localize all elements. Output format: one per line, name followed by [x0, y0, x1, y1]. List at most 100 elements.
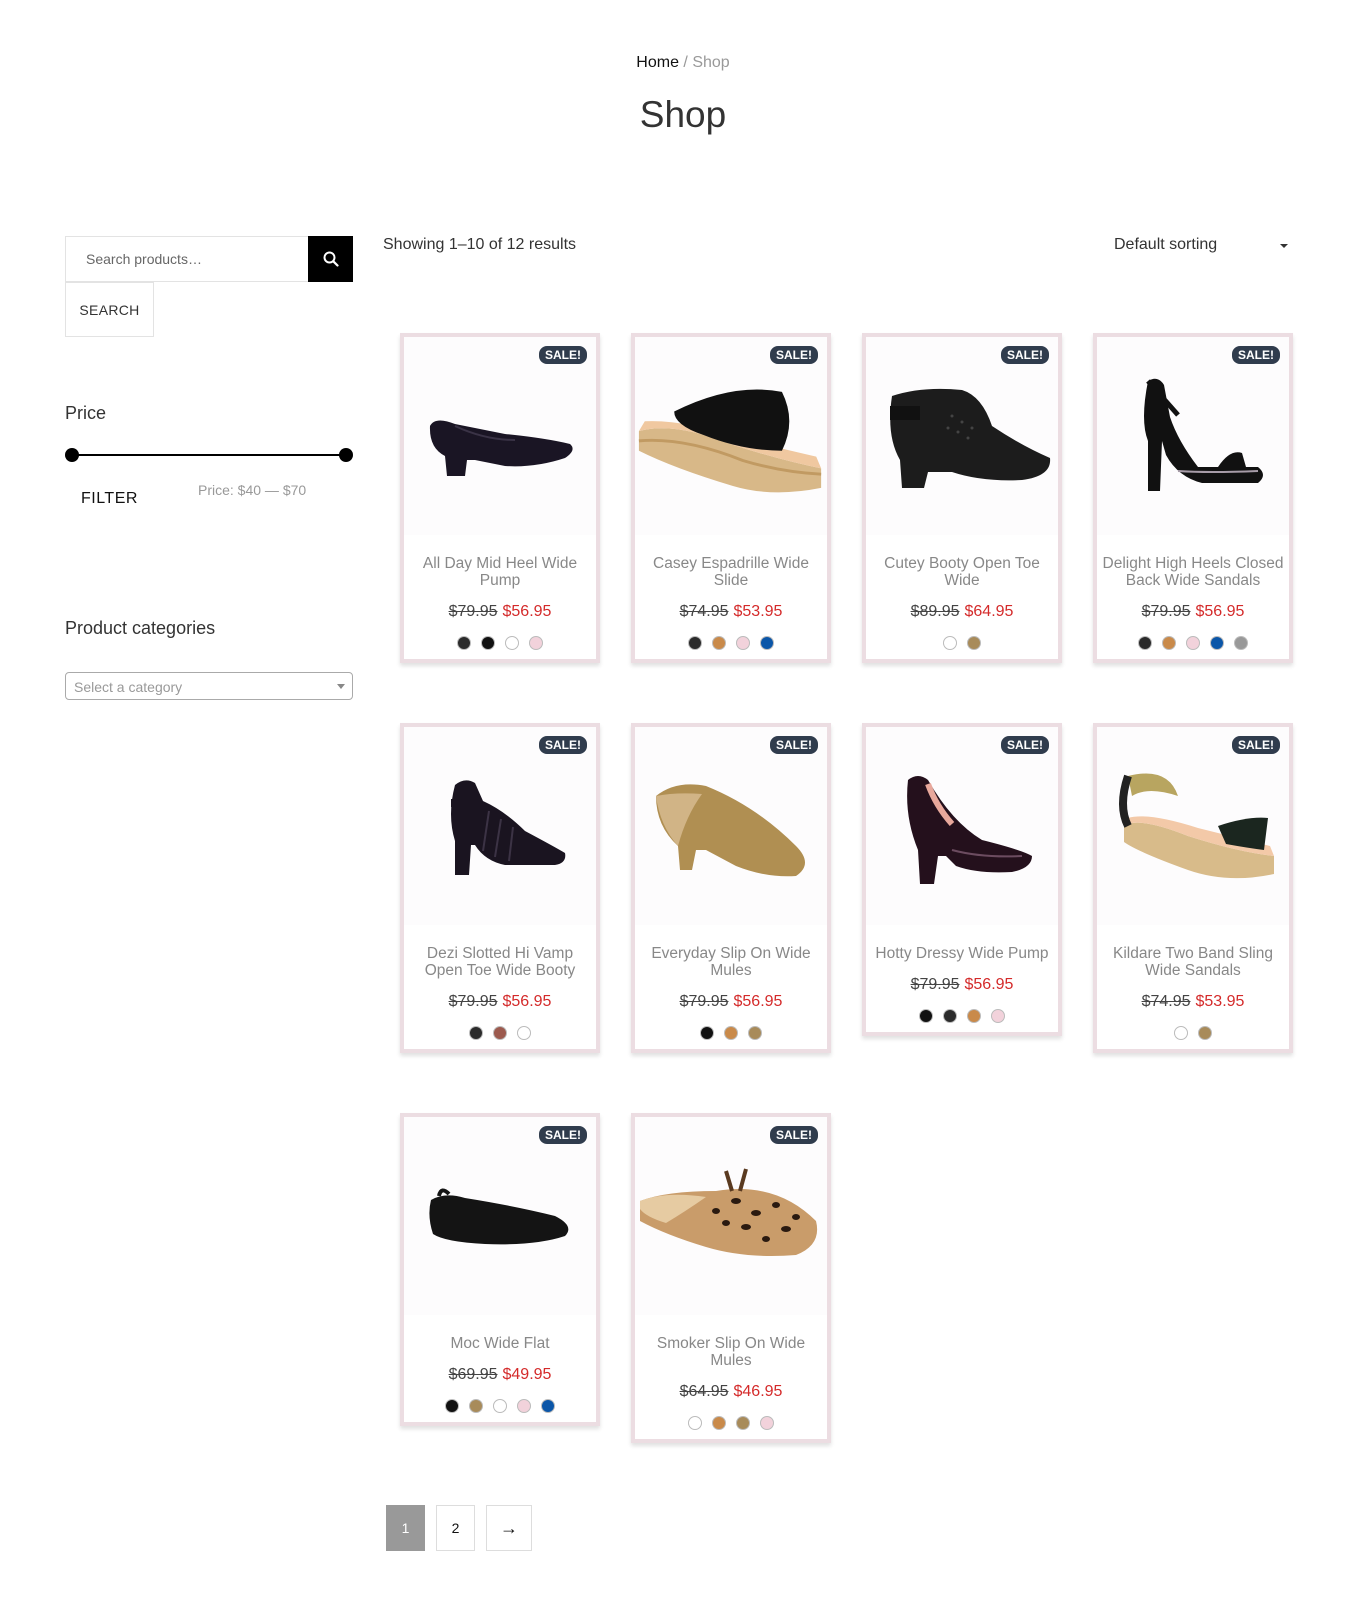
next-page-link[interactable]: → — [486, 1505, 532, 1551]
product-card[interactable]: SALE! Cutey Booty Open Toe Wide $89.95 $6… — [862, 333, 1062, 663]
color-swatch[interactable] — [967, 636, 981, 650]
color-swatch[interactable] — [457, 636, 471, 650]
color-swatch[interactable] — [1198, 1026, 1212, 1040]
shoe-heel-sandal-image — [1144, 378, 1263, 491]
color-swatch[interactable] — [481, 636, 495, 650]
color-swatch[interactable] — [700, 1026, 714, 1040]
product-card[interactable]: SALE! Casey Espadrille Wide Slide $74.95… — [631, 333, 831, 663]
product-name[interactable]: Cutey Booty Open Toe Wide — [866, 535, 1058, 589]
search-button[interactable]: SEARCH — [65, 282, 154, 337]
sale-badge: SALE! — [1001, 346, 1049, 364]
product-card[interactable]: SALE! Smoker Slip On Wide Mules $64.95 $4… — [631, 1113, 831, 1443]
color-swatch[interactable] — [736, 1416, 750, 1430]
search-submit-button[interactable] — [308, 236, 353, 282]
product-name[interactable]: Smoker Slip On Wide Mules — [635, 1315, 827, 1369]
color-swatches — [866, 1009, 1058, 1032]
color-swatch[interactable] — [505, 636, 519, 650]
price-slider-max-handle[interactable] — [339, 448, 353, 462]
color-swatch[interactable] — [493, 1399, 507, 1413]
product-image[interactable]: SALE! — [404, 727, 596, 925]
color-swatch[interactable] — [712, 1416, 726, 1430]
product-image[interactable]: SALE! — [635, 337, 827, 535]
color-swatch[interactable] — [1174, 1026, 1188, 1040]
color-swatch[interactable] — [688, 1416, 702, 1430]
product-card[interactable]: SALE! Moc Wide Flat $69.95 $49.95 — [400, 1113, 600, 1426]
color-swatch[interactable] — [736, 636, 750, 650]
product-image[interactable]: SALE! — [1097, 727, 1289, 925]
product-name[interactable]: Everyday Slip On Wide Mules — [635, 925, 827, 979]
color-swatch[interactable] — [943, 1009, 957, 1023]
breadcrumb-home-link[interactable]: Home — [636, 54, 679, 71]
color-swatch[interactable] — [712, 636, 726, 650]
color-swatch[interactable] — [967, 1009, 981, 1023]
color-swatch[interactable] — [919, 1009, 933, 1023]
product-price: $79.95 $56.95 — [1097, 603, 1289, 621]
color-swatch[interactable] — [469, 1026, 483, 1040]
price-slider[interactable] — [65, 448, 353, 462]
color-swatch[interactable] — [529, 636, 543, 650]
color-swatch[interactable] — [541, 1399, 555, 1413]
color-swatch[interactable] — [493, 1026, 507, 1040]
color-swatch[interactable] — [760, 636, 774, 650]
color-swatch[interactable] — [724, 1026, 738, 1040]
color-swatches — [866, 636, 1058, 659]
product-name[interactable]: All Day Mid Heel Wide Pump — [404, 535, 596, 589]
product-card[interactable]: SALE! Hotty Dressy Wide Pump $79.95 $56.9… — [862, 723, 1062, 1036]
product-name[interactable]: Delight High Heels Closed Back Wide Sand… — [1097, 535, 1289, 589]
color-swatch[interactable] — [1162, 636, 1176, 650]
color-swatch[interactable] — [1234, 636, 1248, 650]
page-1-link[interactable]: 1 — [386, 1505, 425, 1551]
sale-badge: SALE! — [770, 1126, 818, 1144]
product-card[interactable]: SALE! Everyday Slip On Wide Mules $79.95… — [631, 723, 831, 1053]
sorting-select[interactable]: Default sorting — [1114, 236, 1294, 254]
color-swatch[interactable] — [1210, 636, 1224, 650]
color-swatch[interactable] — [445, 1399, 459, 1413]
category-select[interactable]: Select a category — [65, 672, 353, 700]
product-name[interactable]: Casey Espadrille Wide Slide — [635, 535, 827, 589]
color-swatch[interactable] — [688, 636, 702, 650]
color-swatch[interactable] — [1138, 636, 1152, 650]
product-card[interactable]: SALE! All Day Mid Heel Wide Pump $79.95 $… — [400, 333, 600, 663]
price-range-label: Price: $40 — $70 — [198, 482, 307, 498]
caret-down-icon — [1280, 244, 1288, 248]
product-name[interactable]: Moc Wide Flat — [404, 1315, 596, 1352]
product-name[interactable]: Dezi Slotted Hi Vamp Open Toe Wide Booty — [404, 925, 596, 979]
color-swatch[interactable] — [991, 1009, 1005, 1023]
product-image[interactable]: SALE! — [404, 1117, 596, 1315]
color-swatch[interactable] — [517, 1026, 531, 1040]
color-swatch[interactable] — [469, 1399, 483, 1413]
product-image[interactable]: SALE! — [404, 337, 596, 535]
product-name[interactable]: Hotty Dressy Wide Pump — [866, 925, 1058, 962]
sale-price: $49.95 — [502, 1366, 552, 1383]
product-card[interactable]: SALE! Kildare Two Band Sling Wide Sandal… — [1093, 723, 1293, 1053]
color-swatch[interactable] — [748, 1026, 762, 1040]
price-slider-min-handle[interactable] — [65, 448, 79, 462]
color-swatch[interactable] — [943, 636, 957, 650]
product-card[interactable]: SALE! Delight High Heels Closed Back Wid… — [1093, 333, 1293, 663]
search-input[interactable] — [66, 237, 306, 281]
product-image[interactable]: SALE! — [635, 727, 827, 925]
page-2-link[interactable]: 2 — [436, 1505, 475, 1551]
product-image[interactable]: SALE! — [866, 337, 1058, 535]
color-swatch[interactable] — [760, 1416, 774, 1430]
old-price: $64.95 — [679, 1383, 729, 1400]
old-price: $79.95 — [910, 976, 960, 993]
product-price: $69.95 $49.95 — [404, 1366, 596, 1384]
color-swatches — [635, 636, 827, 659]
product-card[interactable]: SALE! Dezi Slotted Hi Vamp Open Toe Wide… — [400, 723, 600, 1053]
results-count: Showing 1–10 of 12 results — [383, 236, 577, 253]
color-swatch[interactable] — [517, 1399, 531, 1413]
sale-badge: SALE! — [770, 346, 818, 364]
color-swatches — [1097, 1026, 1289, 1049]
product-image[interactable]: SALE! — [1097, 337, 1289, 535]
breadcrumb-current: Shop — [692, 54, 730, 71]
color-swatch[interactable] — [1186, 636, 1200, 650]
product-image[interactable]: SALE! — [866, 727, 1058, 925]
sale-price: $46.95 — [733, 1383, 783, 1400]
shoe-dressy-pump-image — [907, 776, 1032, 884]
product-image[interactable]: SALE! — [635, 1117, 827, 1315]
categories-widget-title: Product categories — [65, 618, 216, 638]
filter-button[interactable]: FILTER — [66, 482, 153, 516]
old-price: $74.95 — [1141, 993, 1191, 1010]
product-name[interactable]: Kildare Two Band Sling Wide Sandals — [1097, 925, 1289, 979]
